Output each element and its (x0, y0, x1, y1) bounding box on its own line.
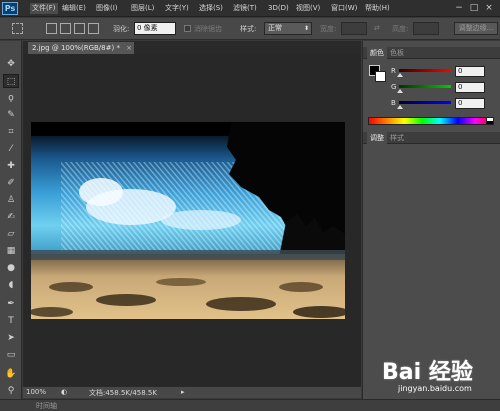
height-input[interactable] (413, 22, 439, 35)
style-select-value: 正常 (268, 24, 282, 32)
window-controls: − □ × (452, 1, 498, 15)
quick-select-tool-icon[interactable]: ✎ (3, 108, 19, 122)
maximize-icon[interactable]: □ (467, 1, 481, 15)
red-value-input[interactable]: 0 (455, 66, 485, 77)
canvas[interactable] (23, 54, 361, 386)
document-info[interactable]: 文档:458.5K/458.5K (89, 388, 157, 398)
history-brush-tool-icon[interactable]: ✍ (3, 210, 19, 224)
eyedropper-tool-icon[interactable]: ⁄ (3, 142, 19, 156)
width-input[interactable] (341, 22, 367, 35)
close-icon[interactable]: × (482, 1, 496, 15)
document-area: 2.jpg @ 100%(RGB/8#) * × (23, 41, 361, 386)
red-channel-label: R (391, 67, 396, 75)
refine-edge-button[interactable]: 调整边缘... (454, 22, 498, 35)
green-value-input[interactable]: 0 (455, 82, 485, 93)
status-info-icon[interactable]: ◐ (61, 388, 67, 396)
chevron-down-icon: ⬍ (303, 25, 309, 32)
green-channel-label: G (391, 83, 397, 91)
move-tool-icon[interactable]: ✥ (3, 57, 19, 71)
style-select[interactable]: 正常 ⬍ (264, 22, 312, 35)
tab-close-icon[interactable]: × (126, 42, 132, 54)
subtract-selection-icon[interactable] (74, 23, 85, 34)
green-slider-knob[interactable] (397, 89, 403, 93)
menu-bar: Ps 文件(F) 编辑(E) 图像(I) 图层(L) 文字(Y) 选择(S) 滤镜(T) 3D… (0, 0, 500, 17)
brush-tool-icon[interactable]: ✐ (3, 176, 19, 190)
lasso-tool-icon[interactable]: ϙ (3, 91, 19, 105)
timeline-tab[interactable]: 时间轴 (36, 401, 57, 411)
menu-item-7[interactable]: 滤镜(T) (233, 3, 257, 14)
document-image[interactable] (31, 122, 345, 319)
background-color-swatch[interactable] (375, 71, 386, 82)
menu-item-3[interactable]: 图像(I) (96, 3, 118, 14)
tools-panel: ✥ ⬚ ϙ ✎ ⌗ ⁄ ✚ ✐ ♙ ✍ ▱ ▦ ● ◖ ✒ T ➤ ▭ ✋ ⚲ (0, 41, 22, 411)
zoom-tool-icon[interactable]: ⚲ (3, 384, 19, 398)
photoshop-logo: Ps (2, 2, 18, 15)
watermark-url: jingyan.baidu.com (398, 384, 472, 393)
adjust-panel-tabs: 调整 样式 (363, 132, 500, 144)
document-tab[interactable]: 2.jpg @ 100%(RGB/8#) * × (27, 41, 135, 54)
tab-styles[interactable]: 样式 (387, 132, 407, 144)
menu-item-5[interactable]: 文字(Y) (165, 3, 189, 14)
color-panel-tabs: 颜色 色板 (363, 47, 500, 59)
tab-swatches[interactable]: 色板 (387, 47, 407, 59)
menu-item-6[interactable]: 选择(S) (199, 3, 223, 14)
hand-tool-icon[interactable]: ✋ (3, 367, 19, 381)
baidu-watermark: Bai 经验 jingyan.baidu.com (382, 354, 494, 400)
add-selection-icon[interactable] (60, 23, 71, 34)
red-slider-knob[interactable] (397, 73, 403, 77)
swap-icon[interactable]: ⇄ (374, 24, 380, 32)
color-spectrum[interactable] (368, 117, 494, 125)
menu-item-4[interactable]: 图层(L) (131, 3, 154, 14)
zoom-level[interactable]: 100% (26, 388, 46, 396)
blur-tool-icon[interactable]: ● (3, 261, 19, 275)
modified-marker: * (116, 44, 120, 52)
green-slider[interactable] (399, 85, 451, 88)
status-bar: 100% ◐ 文档:458.5K/458.5K ▸ (23, 386, 361, 398)
red-slider[interactable] (399, 69, 451, 72)
blue-slider-knob[interactable] (397, 105, 403, 109)
height-label: 高度: (392, 25, 409, 33)
timeline-bar: 时间轴 (0, 399, 500, 411)
status-arrow-icon[interactable]: ▸ (181, 388, 185, 396)
watermark-logo-text: Bai 经验 (382, 360, 473, 385)
path-select-tool-icon[interactable]: ➤ (3, 331, 19, 345)
crop-tool-icon[interactable]: ⌗ (3, 125, 19, 139)
menu-item-9[interactable]: 视图(V) (296, 3, 320, 14)
intersect-selection-icon[interactable] (88, 23, 99, 34)
menu-item-8[interactable]: 3D(D) (268, 3, 289, 14)
tab-color[interactable]: 颜色 (367, 47, 387, 59)
type-tool-icon[interactable]: T (3, 314, 19, 328)
dodge-tool-icon[interactable]: ◖ (3, 278, 19, 292)
marquee-tool-icon[interactable]: ⬚ (3, 74, 19, 88)
right-panels: 颜色 色板 R 0 G 0 B 0 调整 样式 (362, 41, 500, 399)
blue-value-input[interactable]: 0 (455, 98, 485, 109)
blue-slider[interactable] (399, 101, 451, 104)
menu-item-2[interactable]: 编辑(E) (62, 3, 86, 14)
feather-input[interactable]: 0 像素 (134, 22, 176, 35)
minimize-icon[interactable]: − (452, 1, 466, 15)
new-selection-icon[interactable] (46, 23, 57, 34)
blue-channel-label: B (391, 99, 396, 107)
beach-photo (31, 122, 345, 319)
healing-brush-tool-icon[interactable]: ✚ (3, 159, 19, 173)
gradient-tool-icon[interactable]: ▦ (3, 244, 19, 258)
antialias-checkbox[interactable] (184, 25, 191, 32)
width-label: 宽度: (320, 25, 337, 33)
options-bar: 羽化: 0 像素 消除锯齿 样式: 正常 ⬍ 宽度: ⇄ 高度: 调整边缘... (0, 18, 500, 40)
clone-stamp-tool-icon[interactable]: ♙ (3, 193, 19, 207)
menu-item-10[interactable]: 窗口(W) (331, 3, 357, 14)
eraser-tool-icon[interactable]: ▱ (3, 227, 19, 241)
tab-adjustments[interactable]: 调整 (367, 132, 387, 144)
marquee-preset-icon[interactable] (12, 23, 23, 34)
pen-tool-icon[interactable]: ✒ (3, 297, 19, 311)
antialias-label: 消除锯齿 (194, 25, 222, 33)
document-tab-title: 2.jpg @ 100%(RGB/8#) (32, 44, 115, 52)
menu-item-1[interactable]: 文件(F) (30, 3, 58, 14)
spectrum-black-white[interactable] (486, 117, 494, 125)
shape-tool-icon[interactable]: ▭ (3, 348, 19, 362)
style-label: 样式: (240, 25, 257, 33)
feather-label: 羽化: (113, 25, 130, 33)
menu-item-11[interactable]: 帮助(H) (365, 3, 390, 14)
